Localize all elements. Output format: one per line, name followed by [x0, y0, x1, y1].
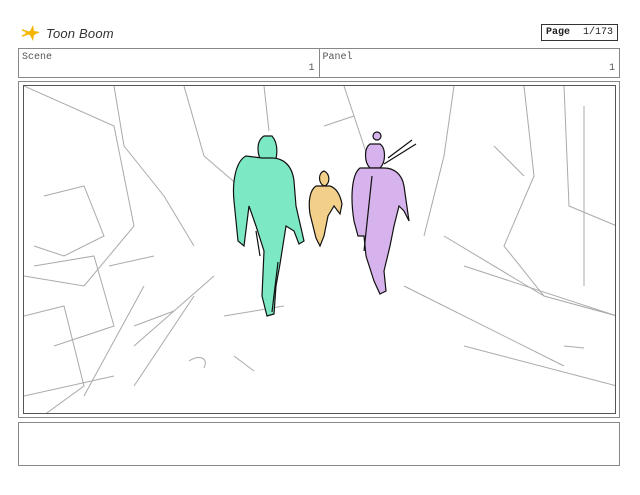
- storyboard-sketch: [24, 86, 615, 413]
- panel-cell: Panel 1: [318, 49, 620, 77]
- page-value: 1/173: [582, 27, 613, 38]
- toon-boom-logo: Toon Boom: [22, 22, 114, 44]
- notes-area[interactable]: [18, 422, 620, 466]
- toon-boom-star-icon: [22, 25, 40, 41]
- page-label: Page: [546, 27, 571, 38]
- page-indicator: Page 1/173: [541, 24, 618, 41]
- storyboard-image[interactable]: [23, 85, 616, 414]
- panel-header: Scene 1 Panel 1: [18, 48, 620, 78]
- green-figure: [232, 135, 305, 317]
- brand-name: Toon Boom: [46, 25, 114, 41]
- purple-figure: [351, 131, 417, 295]
- yellow-figure: [308, 170, 343, 248]
- scene-cell: Scene 1: [19, 49, 319, 77]
- scene-label: Scene: [22, 52, 53, 63]
- background-rocks: [24, 86, 615, 413]
- panel-label: Panel: [322, 52, 353, 63]
- panel-value: 1: [608, 63, 615, 74]
- scene-value: 1: [308, 63, 315, 74]
